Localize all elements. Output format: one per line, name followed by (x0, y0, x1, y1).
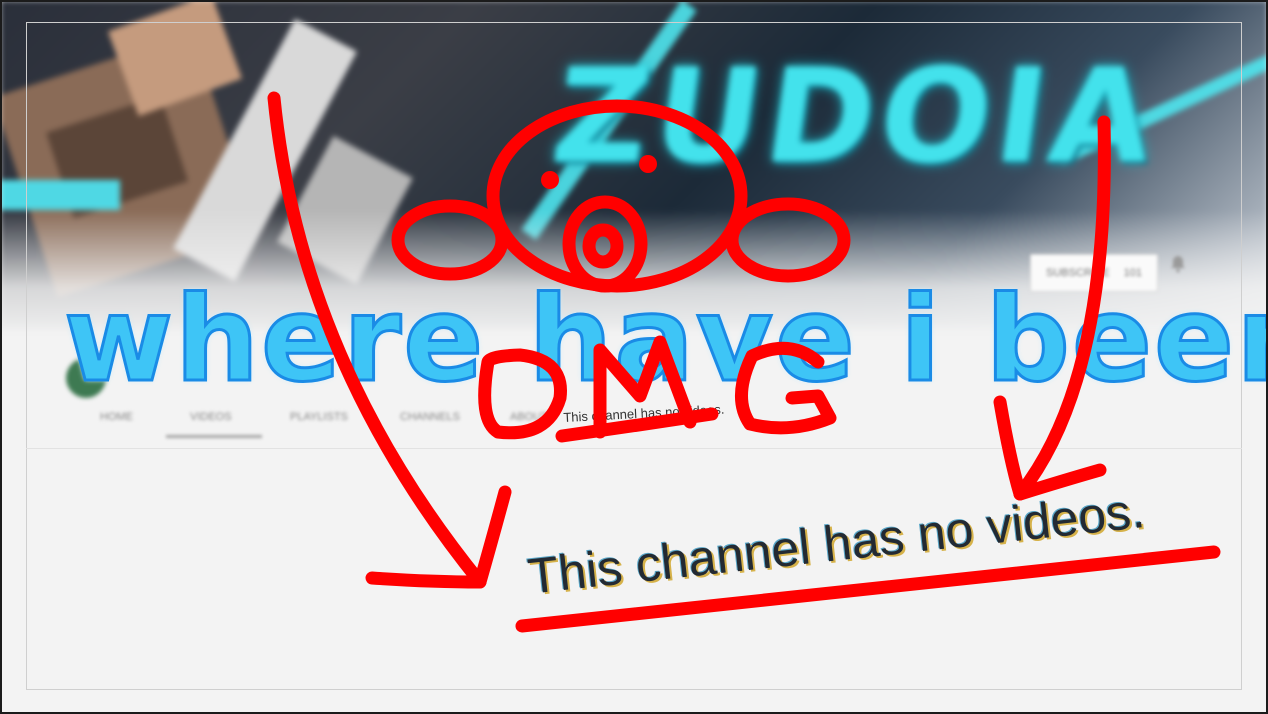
tab-about[interactable]: ABOUT (510, 411, 548, 423)
tab-playlists[interactable]: PLAYLISTS (290, 411, 348, 423)
tabs-divider (26, 448, 1242, 449)
headline-text: where have i been (63, 270, 1268, 408)
tab-channels[interactable]: CHANNELS (400, 411, 460, 423)
tab-videos[interactable]: VIDEOS (190, 411, 232, 423)
tab-home[interactable]: HOME (100, 411, 133, 423)
active-tab-indicator (166, 435, 262, 438)
thumbnail-canvas: ZUDOIA SUBSCRIBE 101 HOME VIDEOS PLAYLIS… (0, 0, 1268, 714)
